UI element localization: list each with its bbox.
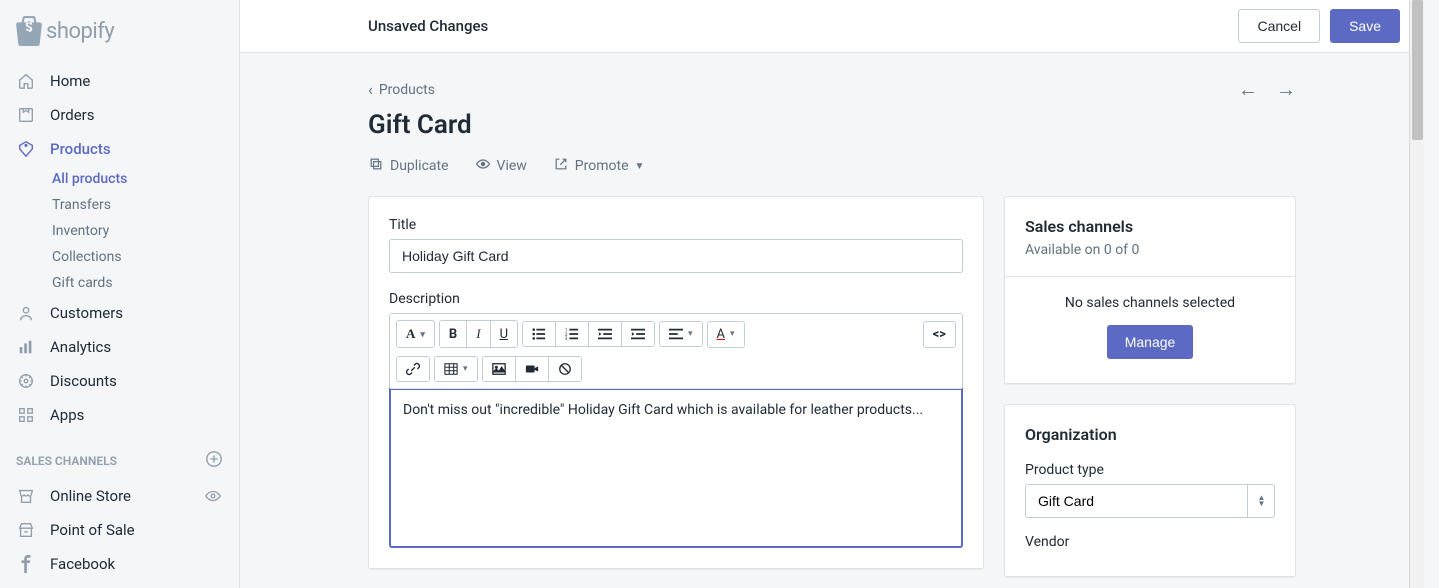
view-action[interactable]: View bbox=[475, 156, 527, 176]
nav-online-store[interactable]: Online Store bbox=[0, 479, 239, 513]
nav-orders[interactable]: Orders bbox=[0, 98, 239, 132]
eye-icon bbox=[475, 156, 491, 176]
rte-color-btn[interactable]: A bbox=[708, 322, 744, 347]
home-icon bbox=[16, 71, 36, 91]
scrollbar[interactable] bbox=[1409, 0, 1424, 588]
sales-channels-card: Sales channels Available on 0 of 0 No sa… bbox=[1004, 196, 1296, 384]
main: Unsaved Changes Cancel Save ‹ Products ←… bbox=[240, 0, 1424, 588]
duplicate-icon bbox=[368, 156, 384, 176]
add-channel-icon[interactable] bbox=[205, 450, 223, 471]
nav-home[interactable]: Home bbox=[0, 64, 239, 98]
nav-label: Online Store bbox=[50, 487, 131, 505]
org-heading: Organization bbox=[1025, 425, 1275, 444]
rte-link-btn[interactable] bbox=[397, 357, 429, 381]
chevron-down-icon: ▼ bbox=[635, 161, 645, 172]
nav-label: Apps bbox=[50, 406, 84, 424]
rte-table-btn[interactable] bbox=[435, 357, 477, 381]
nav-label: Home bbox=[50, 72, 90, 90]
rte-underline-btn[interactable]: U bbox=[491, 321, 517, 347]
title-desc-card: Title Description A B I U bbox=[368, 196, 984, 569]
nav-facebook[interactable]: Facebook bbox=[0, 547, 239, 581]
title-input[interactable] bbox=[389, 239, 963, 273]
view-icon[interactable] bbox=[203, 486, 223, 506]
next-arrow-icon[interactable]: → bbox=[1276, 77, 1296, 102]
logo[interactable]: shopify bbox=[0, 12, 239, 64]
analytics-icon bbox=[16, 337, 36, 357]
svg-text:3: 3 bbox=[565, 337, 568, 341]
nav-label: Discounts bbox=[50, 372, 117, 390]
nav-label: Customers bbox=[50, 304, 123, 322]
rte-video-btn[interactable] bbox=[516, 357, 549, 381]
rte-bold-btn[interactable]: B bbox=[440, 321, 467, 347]
sidebar: shopify Home Orders Products All product… bbox=[0, 0, 240, 588]
rte-html-btn[interactable]: <> bbox=[924, 322, 955, 347]
nav-label: Orders bbox=[50, 106, 95, 124]
rte-image-btn[interactable] bbox=[483, 357, 516, 381]
orders-icon bbox=[16, 105, 36, 125]
rte-clear-btn[interactable] bbox=[549, 357, 581, 381]
nav-all-products[interactable]: All products bbox=[0, 166, 239, 192]
breadcrumb-label: Products bbox=[379, 82, 435, 98]
discounts-icon bbox=[16, 371, 36, 391]
nav-inventory[interactable]: Inventory bbox=[0, 218, 239, 244]
rte-italic-btn[interactable]: I bbox=[467, 321, 490, 347]
chevron-left-icon: ‹ bbox=[368, 80, 373, 99]
scrollbar-thumb[interactable] bbox=[1412, 0, 1423, 140]
nav-pos[interactable]: Point of Sale bbox=[0, 513, 239, 547]
topbar: Unsaved Changes Cancel Save bbox=[240, 0, 1424, 53]
product-type-select[interactable] bbox=[1025, 484, 1275, 518]
sales-heading: Sales channels bbox=[1025, 217, 1275, 236]
rte-indent-btn[interactable] bbox=[622, 322, 654, 346]
rte-ul-btn[interactable] bbox=[523, 322, 556, 346]
cancel-button[interactable]: Cancel bbox=[1238, 9, 1320, 43]
rte-format-btn[interactable]: A bbox=[397, 321, 434, 347]
nav-products[interactable]: Products bbox=[0, 132, 239, 166]
product-type-label: Product type bbox=[1025, 462, 1275, 478]
vendor-label: Vendor bbox=[1025, 534, 1275, 550]
rte-toolbar: A B I U 123 bbox=[390, 314, 962, 389]
organization-card: Organization Product type ▲▼ Vendor bbox=[1004, 404, 1296, 577]
sales-none-text: No sales channels selected bbox=[1025, 295, 1275, 311]
pos-icon bbox=[16, 520, 36, 540]
content: ‹ Products ← → Gift Card Duplicate bbox=[240, 53, 1424, 588]
description-input[interactable]: Don't miss out "incredible" Holiday Gift… bbox=[389, 388, 963, 548]
brand-text: shopify bbox=[46, 19, 114, 44]
save-button[interactable]: Save bbox=[1330, 9, 1400, 43]
breadcrumb-back[interactable]: ‹ Products bbox=[368, 80, 435, 99]
title-label: Title bbox=[389, 217, 963, 233]
rte-outdent-btn[interactable] bbox=[589, 322, 622, 346]
rte-align-btn[interactable] bbox=[660, 322, 702, 346]
nav-customers[interactable]: Customers bbox=[0, 296, 239, 330]
page-title: Gift Card bbox=[368, 110, 1296, 140]
nav-label: Point of Sale bbox=[50, 521, 135, 539]
external-icon bbox=[553, 156, 569, 176]
manage-button[interactable]: Manage bbox=[1107, 325, 1194, 359]
shopify-bag-icon bbox=[16, 16, 42, 46]
sales-available: Available on 0 of 0 bbox=[1025, 242, 1275, 258]
promote-action[interactable]: Promote ▼ bbox=[553, 156, 645, 176]
nav-apps[interactable]: Apps bbox=[0, 398, 239, 432]
prev-arrow-icon[interactable]: ← bbox=[1238, 77, 1258, 102]
unsaved-status: Unsaved Changes bbox=[368, 17, 488, 35]
nav-collections[interactable]: Collections bbox=[0, 244, 239, 270]
nav-label: Products bbox=[50, 140, 111, 158]
desc-label: Description bbox=[389, 291, 963, 307]
duplicate-action[interactable]: Duplicate bbox=[368, 156, 449, 176]
rte-ol-btn[interactable]: 123 bbox=[556, 322, 589, 346]
customers-icon bbox=[16, 303, 36, 323]
nav-label: Analytics bbox=[50, 338, 111, 356]
nav: Home Orders Products All products Transf… bbox=[0, 64, 239, 581]
rte: A B I U 123 bbox=[389, 313, 963, 548]
online-store-icon bbox=[16, 486, 36, 506]
facebook-icon bbox=[16, 554, 36, 574]
nav-transfers[interactable]: Transfers bbox=[0, 192, 239, 218]
nav-discounts[interactable]: Discounts bbox=[0, 364, 239, 398]
apps-icon bbox=[16, 405, 36, 425]
nav-analytics[interactable]: Analytics bbox=[0, 330, 239, 364]
nav-channels-header: SALES CHANNELS bbox=[0, 432, 239, 479]
nav-giftcards[interactable]: Gift cards bbox=[0, 270, 239, 296]
products-icon bbox=[16, 139, 36, 159]
nav-label: Facebook bbox=[50, 555, 115, 573]
